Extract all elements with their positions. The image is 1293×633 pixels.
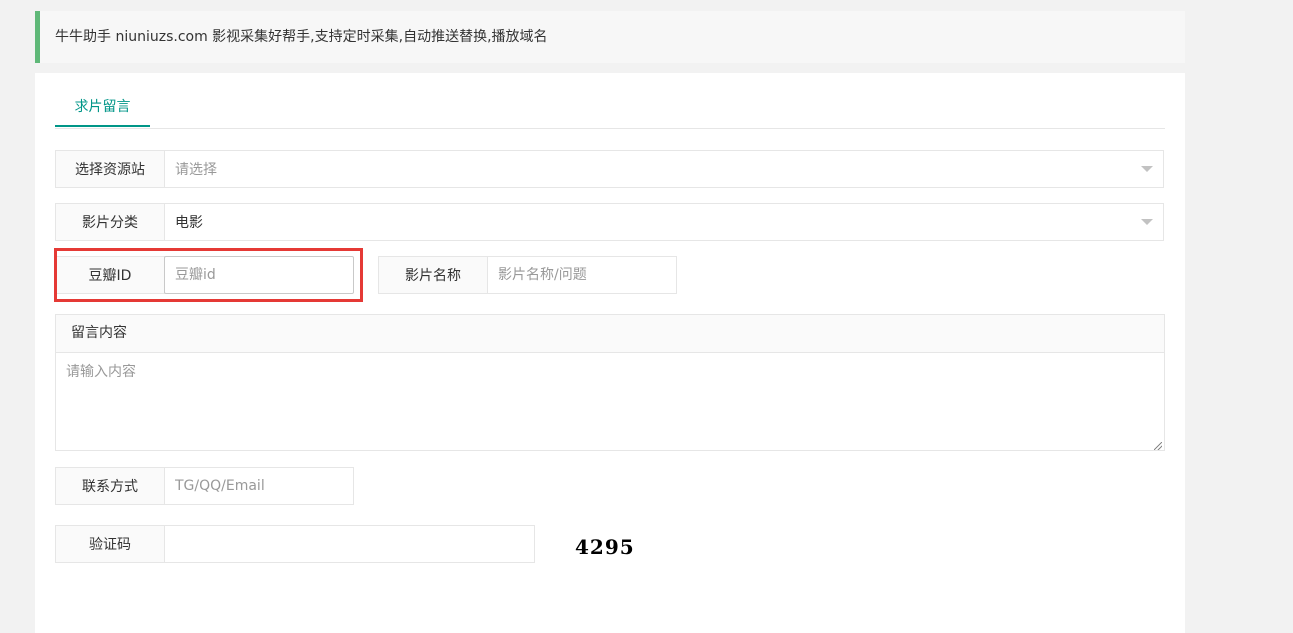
douban-id-highlight-box [54, 248, 363, 302]
contact-input[interactable] [175, 468, 353, 504]
movie-name-field[interactable] [488, 256, 677, 294]
source-site-row: 选择资源站 请选择 [55, 150, 1164, 188]
category-value: 电影 [175, 215, 203, 231]
captcha-row: 验证码 [55, 525, 535, 563]
category-label: 影片分类 [55, 203, 165, 241]
captcha-label: 验证码 [55, 525, 165, 563]
source-site-label: 选择资源站 [55, 150, 165, 188]
resize-handle-icon[interactable] [1154, 442, 1162, 450]
contact-label: 联系方式 [55, 467, 165, 505]
notice-banner: 牛牛助手 niuniuzs.com 影视采集好帮手,支持定时采集,自动推送替换,… [35, 11, 1185, 63]
captcha-field[interactable] [165, 525, 535, 563]
notice-text: 牛牛助手 niuniuzs.com 影视采集好帮手,支持定时采集,自动推送替换,… [55, 29, 548, 45]
source-site-select[interactable]: 请选择 [165, 150, 1164, 188]
movie-name-label: 影片名称 [378, 256, 488, 294]
contact-row: 联系方式 [55, 467, 354, 505]
contact-field[interactable] [165, 467, 354, 505]
chevron-down-icon [1141, 219, 1153, 225]
movie-name-input[interactable] [498, 257, 676, 293]
tab-request-message[interactable]: 求片留言 [55, 87, 150, 127]
tab-bar: 求片留言 [55, 87, 1165, 129]
message-block: 留言内容 请输入内容 [55, 314, 1165, 451]
main-card: 求片留言 选择资源站 请选择 影片分类 电影 豆瓣ID 影片名称 留言内容 [35, 73, 1185, 633]
message-textarea[interactable]: 请输入内容 [56, 353, 1164, 452]
category-row: 影片分类 电影 [55, 203, 1164, 241]
source-site-placeholder: 请选择 [175, 162, 217, 178]
captcha-input[interactable] [175, 526, 534, 562]
message-placeholder: 请输入内容 [66, 364, 136, 380]
chevron-down-icon [1141, 166, 1153, 172]
movie-name-row: 影片名称 [378, 256, 677, 294]
category-select[interactable]: 电影 [165, 203, 1164, 241]
message-label: 留言内容 [56, 315, 1164, 353]
captcha-image[interactable]: 4295 [575, 535, 635, 559]
